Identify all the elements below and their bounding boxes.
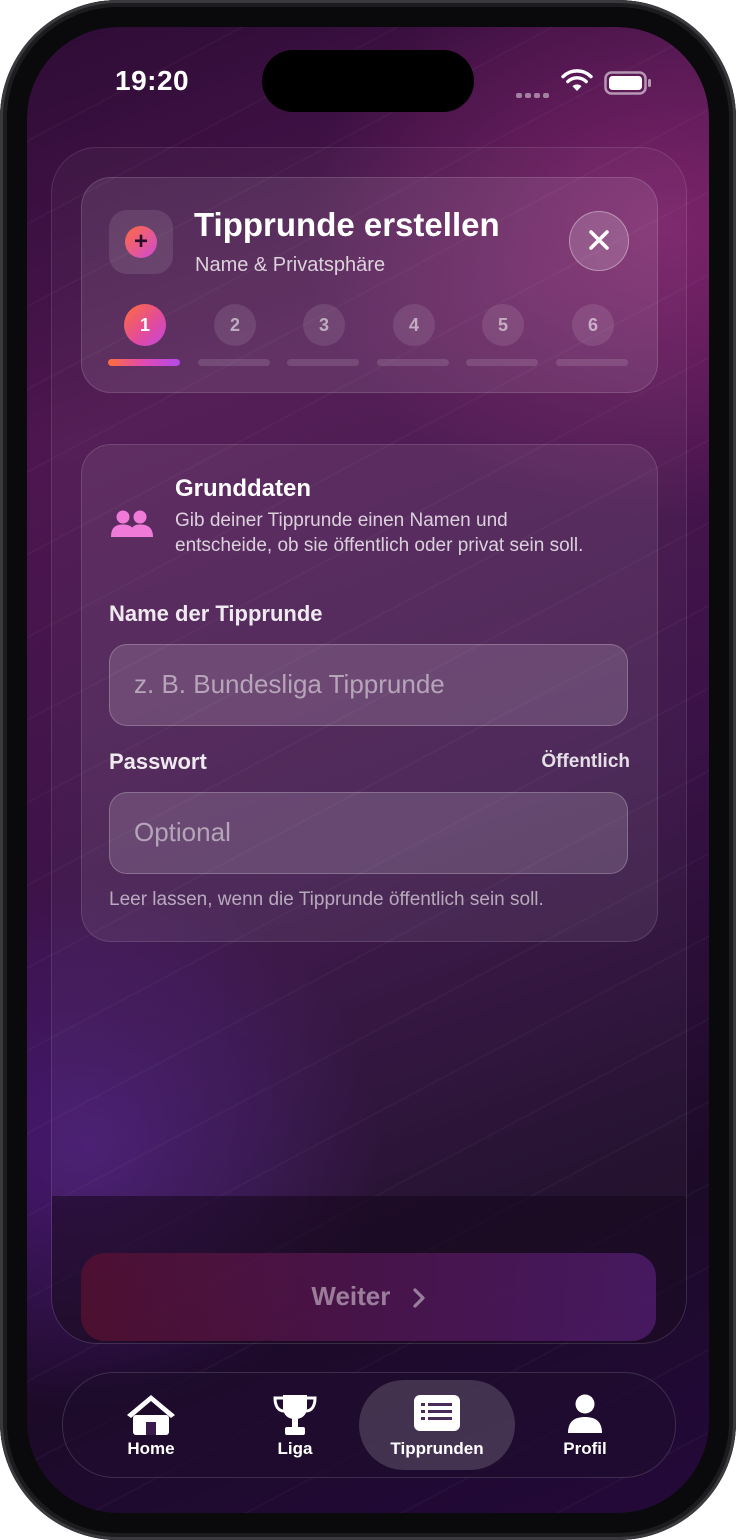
tab-bar: Home Liga Tipprunden Profil: [62, 1372, 676, 1478]
create-round-sheet: + Tipprunde erstellen Name & Privatsphär…: [51, 147, 687, 1344]
tab-home[interactable]: Home: [69, 1373, 233, 1477]
chevron-right-icon: [413, 1288, 425, 1308]
cellular-signal-icon: [516, 85, 552, 103]
step-number: 2: [214, 304, 256, 346]
status-bar: 19:20: [27, 27, 709, 127]
tab-label: Tipprunden: [390, 1439, 484, 1458]
next-button[interactable]: Weiter: [81, 1253, 656, 1341]
visibility-badge: Öffentlich: [541, 751, 630, 772]
tab-tipprunden[interactable]: Tipprunden: [355, 1373, 519, 1477]
step-6[interactable]: 6: [556, 304, 630, 370]
close-icon: [589, 230, 609, 250]
password-field-label: Passwort: [109, 749, 207, 774]
step-number: 6: [572, 304, 614, 346]
page-title: Tipprunde erstellen: [194, 206, 500, 243]
step-indicator: 1 2 3 4 5 6: [108, 304, 631, 370]
step-1[interactable]: 1: [108, 304, 182, 370]
section-description: Gib deiner Tipprunde einen Namen und ent…: [175, 510, 584, 556]
wizard-header: + Tipprunde erstellen Name & Privatsphär…: [81, 177, 658, 393]
step-number: 4: [393, 304, 435, 346]
round-name-input[interactable]: z. B. Bundesliga Tipprunde: [109, 644, 628, 726]
step-progress-bar: [198, 359, 270, 366]
step-number: 3: [303, 304, 345, 346]
next-button-row: Weiter: [81, 1281, 656, 1312]
round-name-placeholder: z. B. Bundesliga Tipprunde: [134, 669, 445, 699]
step-progress-bar: [377, 359, 449, 366]
dynamic-island: [262, 50, 474, 112]
tab-liga[interactable]: Liga: [213, 1373, 377, 1477]
status-time: 19:20: [115, 65, 190, 96]
house-icon: [127, 1395, 175, 1435]
next-button-label: Weiter: [311, 1281, 391, 1311]
password-hint: Leer lassen, wenn die Tipprunde öffentli…: [109, 889, 544, 910]
phone-frame: 19:20 + Tipprunde erstellen Name & Priva…: [0, 0, 736, 1540]
plus-circle-icon: +: [125, 226, 157, 258]
list-icon: [414, 1395, 460, 1431]
tab-label: Profil: [563, 1439, 607, 1458]
tab-label: Home: [127, 1439, 175, 1458]
step-number: 5: [482, 304, 524, 346]
tab-label: Liga: [277, 1439, 313, 1458]
tab-profil[interactable]: Profil: [503, 1373, 667, 1477]
step-progress-bar: [466, 359, 538, 366]
step-2[interactable]: 2: [198, 304, 272, 370]
app-screen: 19:20 + Tipprunde erstellen Name & Priva…: [27, 27, 709, 1513]
battery-icon: [604, 71, 651, 95]
section-title: Grunddaten: [175, 475, 311, 502]
basic-data-card: Grunddaten Gib deiner Tipprunde einen Na…: [81, 444, 658, 942]
step-4[interactable]: 4: [377, 304, 451, 370]
step-progress-bar: [556, 359, 628, 366]
wifi-icon: [561, 69, 593, 91]
page-subtitle: Name & Privatsphäre: [195, 254, 386, 276]
password-placeholder: Optional: [134, 817, 231, 847]
trophy-icon: [273, 1395, 317, 1435]
step-progress-bar: [108, 359, 180, 366]
people-icon: [111, 510, 153, 537]
person-icon: [568, 1394, 602, 1433]
step-progress-bar: [287, 359, 359, 366]
close-button[interactable]: [569, 211, 629, 271]
step-3[interactable]: 3: [287, 304, 361, 370]
step-number: 1: [124, 304, 166, 346]
password-input[interactable]: Optional: [109, 792, 628, 874]
name-field-label: Name der Tipprunde: [109, 601, 323, 626]
header-icon-box: +: [109, 210, 173, 274]
step-5[interactable]: 5: [466, 304, 540, 370]
